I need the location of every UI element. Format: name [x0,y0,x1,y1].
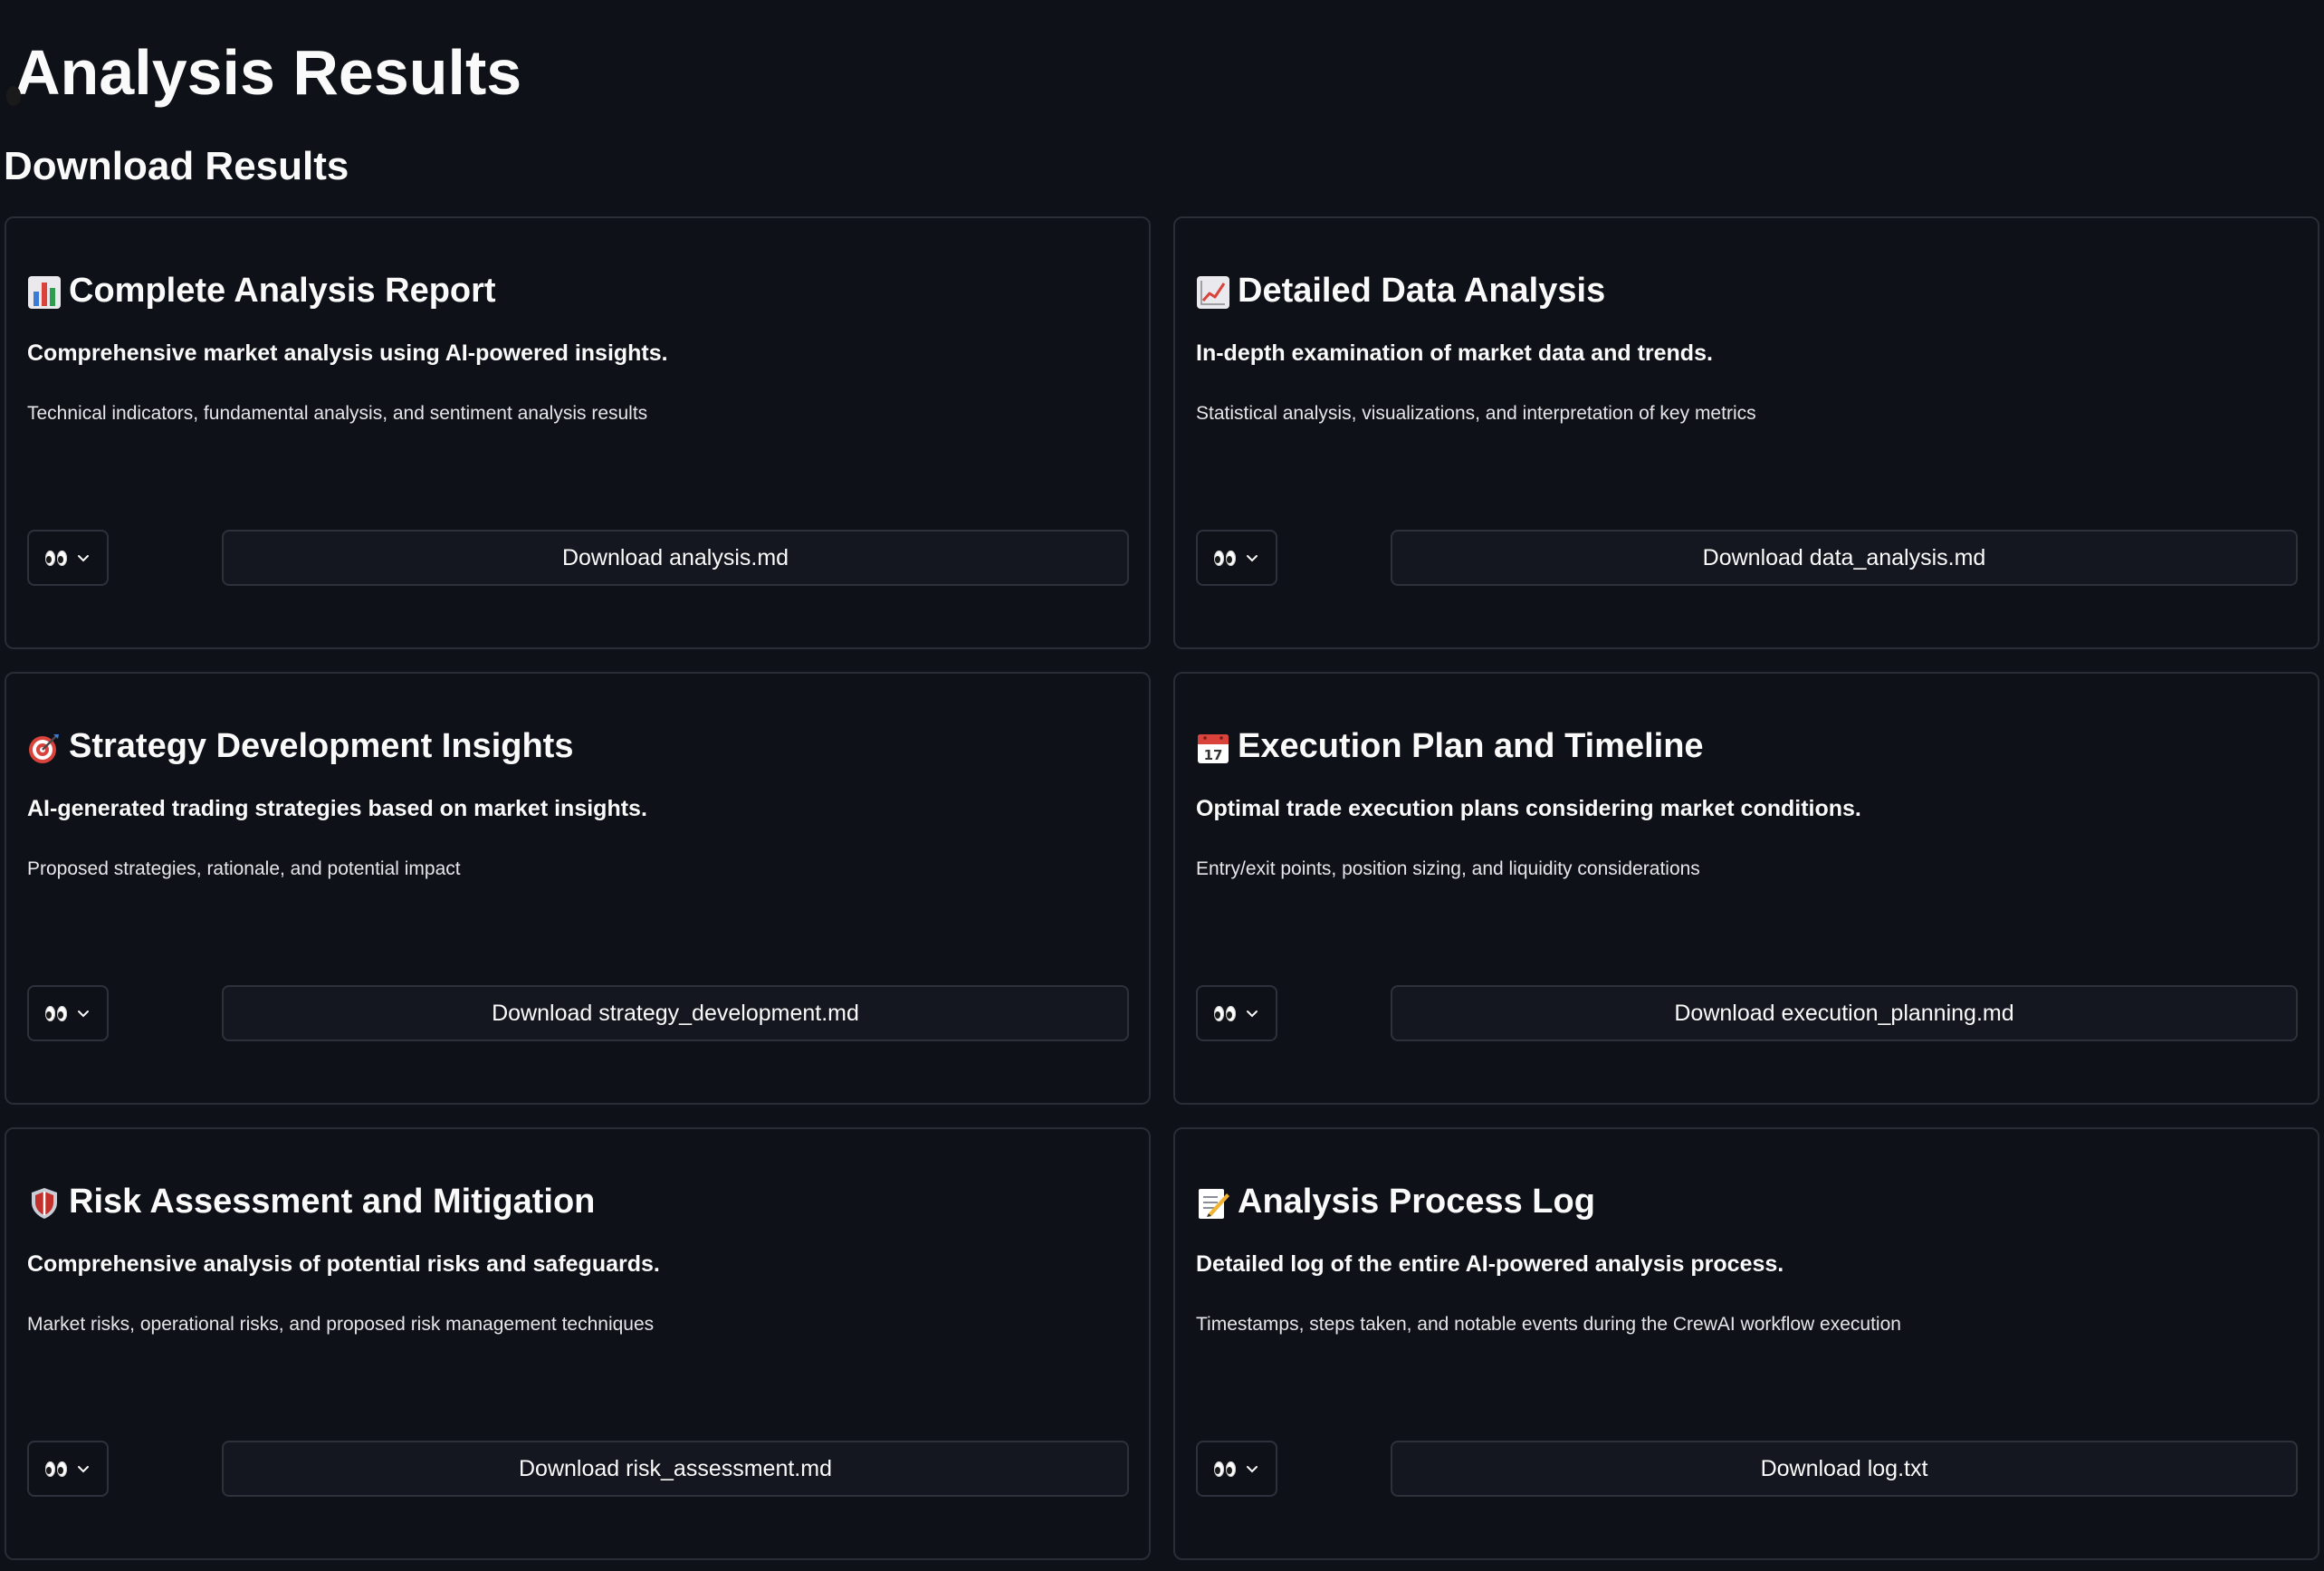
eyes-icon [45,1461,67,1477]
card-detail: Statistical analysis, visualizations, an… [1196,403,1756,424]
download-analysis-button[interactable]: Download analysis.md [222,530,1129,586]
download-data-analysis-button[interactable]: Download data_analysis.md [1391,530,2298,586]
analysis-results-page: Analysis Results Download Results Comple… [0,0,2324,1571]
preview-dropdown-button[interactable] [1196,985,1277,1041]
card-title: 17 Execution Plan and Timeline [1196,721,1704,771]
result-card-risk: Risk Assessment and Mitigation Comprehen… [5,1127,1151,1560]
chevron-down-icon [1247,1011,1258,1018]
shield-icon [27,1184,62,1219]
preview-dropdown-button[interactable] [27,530,109,586]
direct-hit-icon [27,729,62,763]
chevron-down-icon [1247,555,1258,562]
chevron-down-icon [78,555,89,562]
card-title: Detailed Data Analysis [1196,265,1605,316]
card-title: Strategy Development Insights [27,721,573,771]
card-detail: Market risks, operational risks, and pro… [27,1314,655,1335]
preview-dropdown-button[interactable] [1196,1441,1277,1497]
eyes-icon [1214,550,1236,566]
page-title-text: Analysis Results [14,37,522,108]
card-detail: Technical indicators, fundamental analys… [27,403,648,424]
card-title: Complete Analysis Report [27,265,496,316]
section-subtitle: Download Results [4,144,349,188]
card-detail: Timestamps, steps taken, and notable eve… [1196,1314,1901,1335]
download-log-button[interactable]: Download log.txt [1391,1441,2298,1497]
result-card-execution: 17 Execution Plan and Timeline Optimal t… [1173,672,2319,1105]
card-detail: Proposed strategies, rationale, and pote… [27,858,461,879]
preview-dropdown-button[interactable] [27,985,109,1041]
svg-text:17: 17 [1204,747,1223,763]
card-title-text: Complete Analysis Report [69,272,496,310]
card-description: Comprehensive analysis of potential risk… [27,1251,660,1277]
bar-chart-icon [27,273,62,309]
download-execution-button[interactable]: Download execution_planning.md [1391,985,2298,1041]
card-description: Comprehensive market analysis using AI-p… [27,340,668,366]
eyes-icon [45,550,67,566]
result-card-analysis: Complete Analysis Report Comprehensive m… [5,216,1151,649]
chevron-down-icon [78,1466,89,1473]
result-card-log: Analysis Process Log Detailed log of the… [1173,1127,2319,1560]
card-title-text: Analysis Process Log [1238,1183,1595,1221]
card-title-text: Detailed Data Analysis [1238,272,1606,310]
card-description: In-depth examination of market data and … [1196,340,1713,366]
card-title-text: Execution Plan and Timeline [1238,727,1704,765]
card-description: Optimal trade execution plans considerin… [1196,796,1861,821]
calendar-icon: 17 [1196,729,1230,763]
eyes-icon [45,1005,67,1021]
card-title-text: Risk Assessment and Mitigation [69,1183,596,1221]
card-description: AI-generated trading strategies based on… [27,796,647,821]
result-card-data-analysis: Detailed Data Analysis In-depth examinat… [1173,216,2319,649]
preview-dropdown-button[interactable] [27,1441,109,1497]
eyes-icon [1214,1461,1236,1477]
result-card-strategy: Strategy Development Insights AI-generat… [5,672,1151,1105]
preview-dropdown-button[interactable] [1196,530,1277,586]
download-strategy-button[interactable]: Download strategy_development.md [222,985,1129,1041]
download-risk-button[interactable]: Download risk_assessment.md [222,1441,1129,1497]
chart-increasing-icon [1196,273,1230,309]
results-grid: Complete Analysis Report Comprehensive m… [5,216,2319,1560]
card-detail: Entry/exit points, position sizing, and … [1196,858,1700,879]
card-title: Risk Assessment and Mitigation [27,1176,595,1227]
card-title-text: Strategy Development Insights [69,727,574,765]
eyes-icon [1214,1005,1236,1021]
page-title: Analysis Results [4,27,521,118]
card-title: Analysis Process Log [1196,1176,1595,1227]
card-description: Detailed log of the entire AI-powered an… [1196,1251,1784,1277]
chevron-down-icon [78,1011,89,1018]
chevron-down-icon [1247,1466,1258,1473]
memo-icon [1196,1184,1230,1219]
